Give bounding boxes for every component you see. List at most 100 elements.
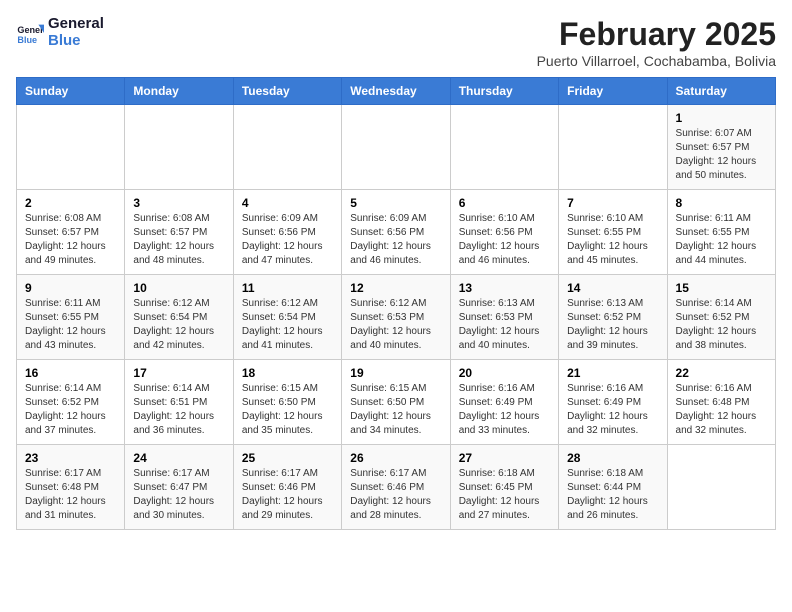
day-info: Sunrise: 6:12 AM Sunset: 6:54 PM Dayligh… xyxy=(133,297,224,353)
calendar-cell: 14Sunrise: 6:13 AM Sunset: 6:52 PM Dayli… xyxy=(559,275,667,360)
day-number: 15 xyxy=(676,281,767,295)
calendar-cell xyxy=(667,445,775,530)
day-info: Sunrise: 6:13 AM Sunset: 6:53 PM Dayligh… xyxy=(459,297,550,353)
calendar-cell: 8Sunrise: 6:11 AM Sunset: 6:55 PM Daylig… xyxy=(667,190,775,275)
calendar-cell: 1Sunrise: 6:07 AM Sunset: 6:57 PM Daylig… xyxy=(667,105,775,190)
day-number: 25 xyxy=(242,451,333,465)
day-header-friday: Friday xyxy=(559,78,667,105)
calendar-cell: 13 Sunrise: 6:13 AM Sunset: 6:53 PM Dayli… xyxy=(450,275,558,360)
day-info: Sunrise: 6:11 AM Sunset: 6:55 PM Dayligh… xyxy=(25,297,116,353)
day-number: 23 xyxy=(25,451,116,465)
day-number: 2 xyxy=(25,196,116,210)
calendar-cell: 11 Sunrise: 6:12 AM Sunset: 6:54 PM Dayli… xyxy=(233,275,341,360)
calendar-cell: 23 Sunrise: 6:17 AM Sunset: 6:48 PM Dayli… xyxy=(17,445,125,530)
day-info: Sunrise: 6:17 AM Sunset: 6:47 PM Dayligh… xyxy=(133,467,224,523)
day-number: 10 xyxy=(133,281,224,295)
calendar-cell xyxy=(559,105,667,190)
day-number: 20 xyxy=(459,366,550,380)
calendar-cell: 9 Sunrise: 6:11 AM Sunset: 6:55 PM Daylig… xyxy=(17,275,125,360)
calendar-cell: 28 Sunrise: 6:18 AM Sunset: 6:44 PM Dayli… xyxy=(559,445,667,530)
day-info: Sunrise: 6:18 AM Sunset: 6:44 PM Dayligh… xyxy=(567,467,658,523)
day-info: Sunrise: 6:14 AM Sunset: 6:51 PM Dayligh… xyxy=(133,382,224,438)
day-number: 14 xyxy=(567,281,658,295)
calendar-cell xyxy=(125,105,233,190)
day-number: 4 xyxy=(242,196,333,210)
day-number: 27 xyxy=(459,451,550,465)
day-number: 13 xyxy=(459,281,550,295)
day-info: Sunrise: 6:08 AM Sunset: 6:57 PM Dayligh… xyxy=(133,212,224,268)
calendar-cell xyxy=(17,105,125,190)
calendar-cell: 24 Sunrise: 6:17 AM Sunset: 6:47 PM Dayli… xyxy=(125,445,233,530)
day-info: Sunrise: 6:10 AM Sunset: 6:56 PM Dayligh… xyxy=(459,212,550,268)
day-number: 16 xyxy=(25,366,116,380)
calendar-cell xyxy=(342,105,450,190)
day-info: Sunrise: 6:12 AM Sunset: 6:54 PM Dayligh… xyxy=(242,297,333,353)
calendar-cell: 22Sunrise: 6:16 AM Sunset: 6:48 PM Dayli… xyxy=(667,360,775,445)
day-number: 24 xyxy=(133,451,224,465)
day-info: Sunrise: 6:15 AM Sunset: 6:50 PM Dayligh… xyxy=(242,382,333,438)
day-info: Sunrise: 6:09 AM Sunset: 6:56 PM Dayligh… xyxy=(350,212,441,268)
day-header-tuesday: Tuesday xyxy=(233,78,341,105)
calendar-cell: 15 Sunrise: 6:14 AM Sunset: 6:52 PM Dayli… xyxy=(667,275,775,360)
calendar-cell: 21 Sunrise: 6:16 AM Sunset: 6:49 PM Dayli… xyxy=(559,360,667,445)
calendar-cell: 27 Sunrise: 6:18 AM Sunset: 6:45 PM Dayli… xyxy=(450,445,558,530)
day-number: 28 xyxy=(567,451,658,465)
header: General Blue General Blue February 2025 … xyxy=(16,16,776,69)
day-number: 8 xyxy=(676,196,767,210)
day-number: 9 xyxy=(25,281,116,295)
logo-line2: Blue xyxy=(48,33,104,50)
day-number: 6 xyxy=(459,196,550,210)
calendar-cell: 25Sunrise: 6:17 AM Sunset: 6:46 PM Dayli… xyxy=(233,445,341,530)
calendar-cell: 16 Sunrise: 6:14 AM Sunset: 6:52 PM Dayli… xyxy=(17,360,125,445)
calendar-cell xyxy=(450,105,558,190)
day-number: 11 xyxy=(242,281,333,295)
day-number: 12 xyxy=(350,281,441,295)
day-info: Sunrise: 6:17 AM Sunset: 6:46 PM Dayligh… xyxy=(350,467,441,523)
day-info: Sunrise: 6:14 AM Sunset: 6:52 PM Dayligh… xyxy=(25,382,116,438)
day-info: Sunrise: 6:14 AM Sunset: 6:52 PM Dayligh… xyxy=(676,297,767,353)
calendar-cell: 7 Sunrise: 6:10 AM Sunset: 6:55 PM Daylig… xyxy=(559,190,667,275)
day-header-saturday: Saturday xyxy=(667,78,775,105)
calendar-cell: 26 Sunrise: 6:17 AM Sunset: 6:46 PM Dayli… xyxy=(342,445,450,530)
day-number: 21 xyxy=(567,366,658,380)
calendar-table: SundayMondayTuesdayWednesdayThursdayFrid… xyxy=(16,77,776,530)
day-header-sunday: Sunday xyxy=(17,78,125,105)
day-header-wednesday: Wednesday xyxy=(342,78,450,105)
day-info: Sunrise: 6:08 AM Sunset: 6:57 PM Dayligh… xyxy=(25,212,116,268)
day-number: 18 xyxy=(242,366,333,380)
day-number: 7 xyxy=(567,196,658,210)
day-header-thursday: Thursday xyxy=(450,78,558,105)
day-info: Sunrise: 6:16 AM Sunset: 6:49 PM Dayligh… xyxy=(567,382,658,438)
day-info: Sunrise: 6:10 AM Sunset: 6:55 PM Dayligh… xyxy=(567,212,658,268)
calendar-cell xyxy=(233,105,341,190)
calendar-cell: 17 Sunrise: 6:14 AM Sunset: 6:51 PM Dayli… xyxy=(125,360,233,445)
calendar-cell: 3 Sunrise: 6:08 AM Sunset: 6:57 PM Daylig… xyxy=(125,190,233,275)
calendar-cell: 12 Sunrise: 6:12 AM Sunset: 6:53 PM Dayli… xyxy=(342,275,450,360)
logo-icon: General Blue xyxy=(16,19,44,47)
logo: General Blue General Blue xyxy=(16,16,104,49)
calendar-cell: 19 Sunrise: 6:15 AM Sunset: 6:50 PM Dayli… xyxy=(342,360,450,445)
logo-line1: General xyxy=(48,16,104,33)
day-info: Sunrise: 6:17 AM Sunset: 6:48 PM Dayligh… xyxy=(25,467,116,523)
day-header-monday: Monday xyxy=(125,78,233,105)
day-info: Sunrise: 6:07 AM Sunset: 6:57 PM Dayligh… xyxy=(676,127,767,183)
day-number: 19 xyxy=(350,366,441,380)
day-number: 5 xyxy=(350,196,441,210)
day-info: Sunrise: 6:12 AM Sunset: 6:53 PM Dayligh… xyxy=(350,297,441,353)
calendar-cell: 18 Sunrise: 6:15 AM Sunset: 6:50 PM Dayli… xyxy=(233,360,341,445)
calendar-cell: 10 Sunrise: 6:12 AM Sunset: 6:54 PM Dayli… xyxy=(125,275,233,360)
day-info: Sunrise: 6:15 AM Sunset: 6:50 PM Dayligh… xyxy=(350,382,441,438)
calendar-cell: 20 Sunrise: 6:16 AM Sunset: 6:49 PM Dayli… xyxy=(450,360,558,445)
day-number: 22 xyxy=(676,366,767,380)
svg-text:Blue: Blue xyxy=(17,34,37,44)
calendar-cell: 4Sunrise: 6:09 AM Sunset: 6:56 PM Daylig… xyxy=(233,190,341,275)
calendar-cell: 2 Sunrise: 6:08 AM Sunset: 6:57 PM Daylig… xyxy=(17,190,125,275)
day-number: 26 xyxy=(350,451,441,465)
day-number: 17 xyxy=(133,366,224,380)
day-number: 3 xyxy=(133,196,224,210)
day-info: Sunrise: 6:16 AM Sunset: 6:49 PM Dayligh… xyxy=(459,382,550,438)
calendar-cell: 6 Sunrise: 6:10 AM Sunset: 6:56 PM Daylig… xyxy=(450,190,558,275)
day-info: Sunrise: 6:18 AM Sunset: 6:45 PM Dayligh… xyxy=(459,467,550,523)
calendar-cell: 5 Sunrise: 6:09 AM Sunset: 6:56 PM Daylig… xyxy=(342,190,450,275)
location-title: Puerto Villarroel, Cochabamba, Bolivia xyxy=(537,53,776,69)
